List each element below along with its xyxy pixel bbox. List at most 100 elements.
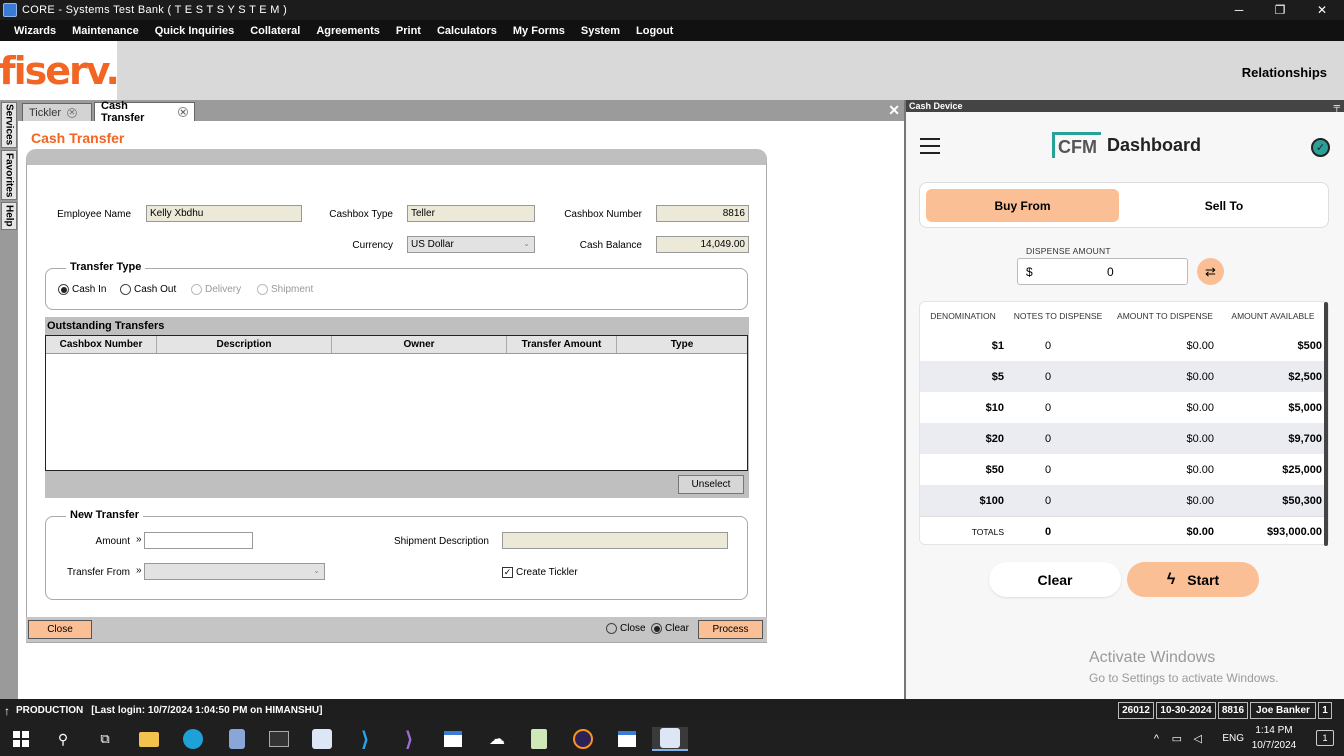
- column-type[interactable]: Type: [617, 336, 747, 353]
- notepad-icon[interactable]: [526, 727, 552, 751]
- task-view-icon[interactable]: ⧉: [92, 727, 118, 751]
- notification-icon[interactable]: 1: [1316, 730, 1334, 746]
- close-tab-icon[interactable]: ✕: [178, 107, 188, 117]
- menu-maintenance[interactable]: Maintenance: [64, 25, 147, 37]
- radio-cash-in[interactable]: Cash In: [58, 284, 106, 295]
- brand-bar: fiserv. Relationships: [0, 41, 1344, 100]
- status-box-branch: 26012: [1118, 702, 1154, 719]
- table-row[interactable]: $5 0 $0.00 $2,500: [920, 361, 1324, 392]
- dashboard-title: Dashboard: [1107, 134, 1202, 155]
- menu-my-forms[interactable]: My Forms: [505, 25, 573, 37]
- menu-calculators[interactable]: Calculators: [429, 25, 505, 37]
- sell-to-button[interactable]: Sell To: [1125, 189, 1323, 222]
- status-box-cashbox: 8816: [1218, 702, 1248, 719]
- windows-start-icon[interactable]: [8, 727, 34, 751]
- close-window-button[interactable]: ✕: [1302, 0, 1342, 20]
- menu-print[interactable]: Print: [388, 25, 429, 37]
- visual-studio-icon[interactable]: ⟩: [396, 727, 422, 751]
- tab-tickler[interactable]: Tickler ✕: [22, 103, 92, 121]
- table-row[interactable]: $100 0 $0.00 $50,300: [920, 485, 1324, 516]
- table-row[interactable]: $10 0 $0.00 $5,000: [920, 392, 1324, 423]
- table-row[interactable]: $1 0 $0.00 $500: [920, 330, 1324, 361]
- tab-cash-transfer[interactable]: Cash Transfer ✕: [94, 100, 195, 124]
- radio-cash-out[interactable]: Cash Out: [120, 284, 176, 295]
- menu-quick-inquiries[interactable]: Quick Inquiries: [147, 25, 242, 37]
- table-row[interactable]: $50 0 $0.00 $25,000: [920, 454, 1324, 485]
- cloud-app-icon[interactable]: ☁: [484, 727, 510, 751]
- search-icon[interactable]: ⚲: [50, 727, 76, 751]
- menu-icon[interactable]: [920, 138, 940, 154]
- lightning-icon: ϟ: [1166, 570, 1176, 588]
- core-app-active-icon[interactable]: [652, 727, 688, 751]
- menu-system[interactable]: System: [573, 25, 628, 37]
- pin-icon[interactable]: ╤: [1334, 101, 1340, 111]
- cash-balance-label: Cash Balance: [579, 240, 642, 251]
- cashbox-number-field[interactable]: 8816: [656, 205, 749, 222]
- shuffle-icon[interactable]: ⇄: [1197, 258, 1224, 285]
- employee-name-field[interactable]: Kelly Xbdhu: [146, 205, 302, 222]
- table-row[interactable]: $20 0 $0.00 $9,700: [920, 423, 1324, 454]
- minimize-button[interactable]: ─: [1219, 0, 1259, 20]
- menu-logout[interactable]: Logout: [628, 25, 681, 37]
- currency-select[interactable]: US Dollar ⌄: [407, 236, 535, 253]
- column-cashbox-number[interactable]: Cashbox Number: [46, 336, 157, 353]
- last-login-text: [Last login: 10/7/2024 1:04:50 PM on HIM…: [91, 705, 323, 716]
- vscode-icon[interactable]: ⟩: [352, 727, 378, 751]
- volume-icon[interactable]: ◁: [1194, 732, 1202, 745]
- close-panel-icon[interactable]: ✕: [888, 102, 900, 119]
- cash-balance-field[interactable]: 14,049.00: [656, 236, 749, 253]
- currency-symbol: $: [1026, 265, 1033, 279]
- radio-delivery[interactable]: Delivery: [191, 284, 241, 295]
- cashbox-type-label: Cashbox Type: [329, 209, 393, 220]
- side-tab-help[interactable]: Help: [1, 202, 17, 230]
- cash-device-panel: Cash Device ╤ CFM Dashboard ✓ Buy From S…: [904, 100, 1344, 699]
- tab-strip: Tickler ✕ Cash Transfer ✕ ✕: [18, 100, 904, 124]
- edge-browser-icon[interactable]: [180, 727, 206, 751]
- file-explorer-icon[interactable]: [136, 727, 162, 751]
- outstanding-transfers-table[interactable]: Cashbox Number Description Owner Transfe…: [45, 335, 748, 471]
- terminal-icon[interactable]: [266, 727, 292, 751]
- app-window-icon[interactable]: [440, 727, 466, 751]
- start-button[interactable]: ϟ Start: [1127, 562, 1259, 597]
- chevron-up-icon[interactable]: ^: [1154, 733, 1159, 745]
- language-indicator[interactable]: ENG: [1222, 733, 1244, 744]
- process-button[interactable]: Process: [698, 620, 763, 639]
- radio-shipment[interactable]: Shipment: [257, 284, 313, 295]
- core-app-icon[interactable]: [309, 727, 335, 751]
- app-icon[interactable]: [224, 727, 250, 751]
- create-tickler-checkbox[interactable]: ✓ Create Tickler: [502, 567, 578, 578]
- relationships-link[interactable]: Relationships: [1242, 65, 1327, 80]
- amount-input[interactable]: [144, 532, 253, 549]
- unselect-button[interactable]: Unselect: [678, 475, 744, 494]
- column-description[interactable]: Description: [157, 336, 332, 353]
- app-window-icon[interactable]: [614, 727, 640, 751]
- clock-date[interactable]: 10/7/2024: [1249, 740, 1299, 751]
- network-icon[interactable]: ▭: [1172, 732, 1182, 745]
- buy-from-button[interactable]: Buy From: [926, 189, 1119, 222]
- menu-agreements[interactable]: Agreements: [308, 25, 388, 37]
- environment-label: PRODUCTION: [16, 705, 84, 716]
- radio-close[interactable]: Close: [606, 623, 646, 634]
- denomination-table: DENOMINATION NOTES TO DISPENSE AMOUNT TO…: [919, 301, 1329, 547]
- side-tab-favorites[interactable]: Favorites: [1, 150, 17, 200]
- menu-collateral[interactable]: Collateral: [242, 25, 308, 37]
- side-tab-services[interactable]: Services: [1, 102, 17, 148]
- dispense-amount-input[interactable]: $ 0: [1017, 258, 1188, 285]
- eclipse-icon[interactable]: [570, 727, 596, 751]
- menu-wizards[interactable]: Wizards: [6, 25, 64, 37]
- totals-row: TOTALS 0 $0.00 $93,000.00: [920, 516, 1324, 547]
- cashbox-type-field[interactable]: Teller: [407, 205, 535, 222]
- close-button[interactable]: Close: [28, 620, 92, 639]
- maximize-button[interactable]: ❐: [1260, 0, 1300, 20]
- clock-time[interactable]: 1:14 PM: [1249, 725, 1299, 736]
- window-title: CORE - Systems Test Bank ( T E S T S Y S…: [22, 4, 288, 16]
- transfer-from-select[interactable]: ⌄: [144, 563, 325, 580]
- column-transfer-amount[interactable]: Transfer Amount: [507, 336, 617, 353]
- close-tab-icon[interactable]: ✕: [66, 107, 77, 118]
- shipment-description-field[interactable]: [502, 532, 728, 549]
- table-scrollbar[interactable]: [1324, 302, 1328, 546]
- column-owner[interactable]: Owner: [332, 336, 507, 353]
- table-header: Cashbox Number Description Owner Transfe…: [46, 336, 747, 354]
- clear-button[interactable]: Clear: [989, 562, 1121, 597]
- radio-clear[interactable]: Clear: [651, 623, 689, 634]
